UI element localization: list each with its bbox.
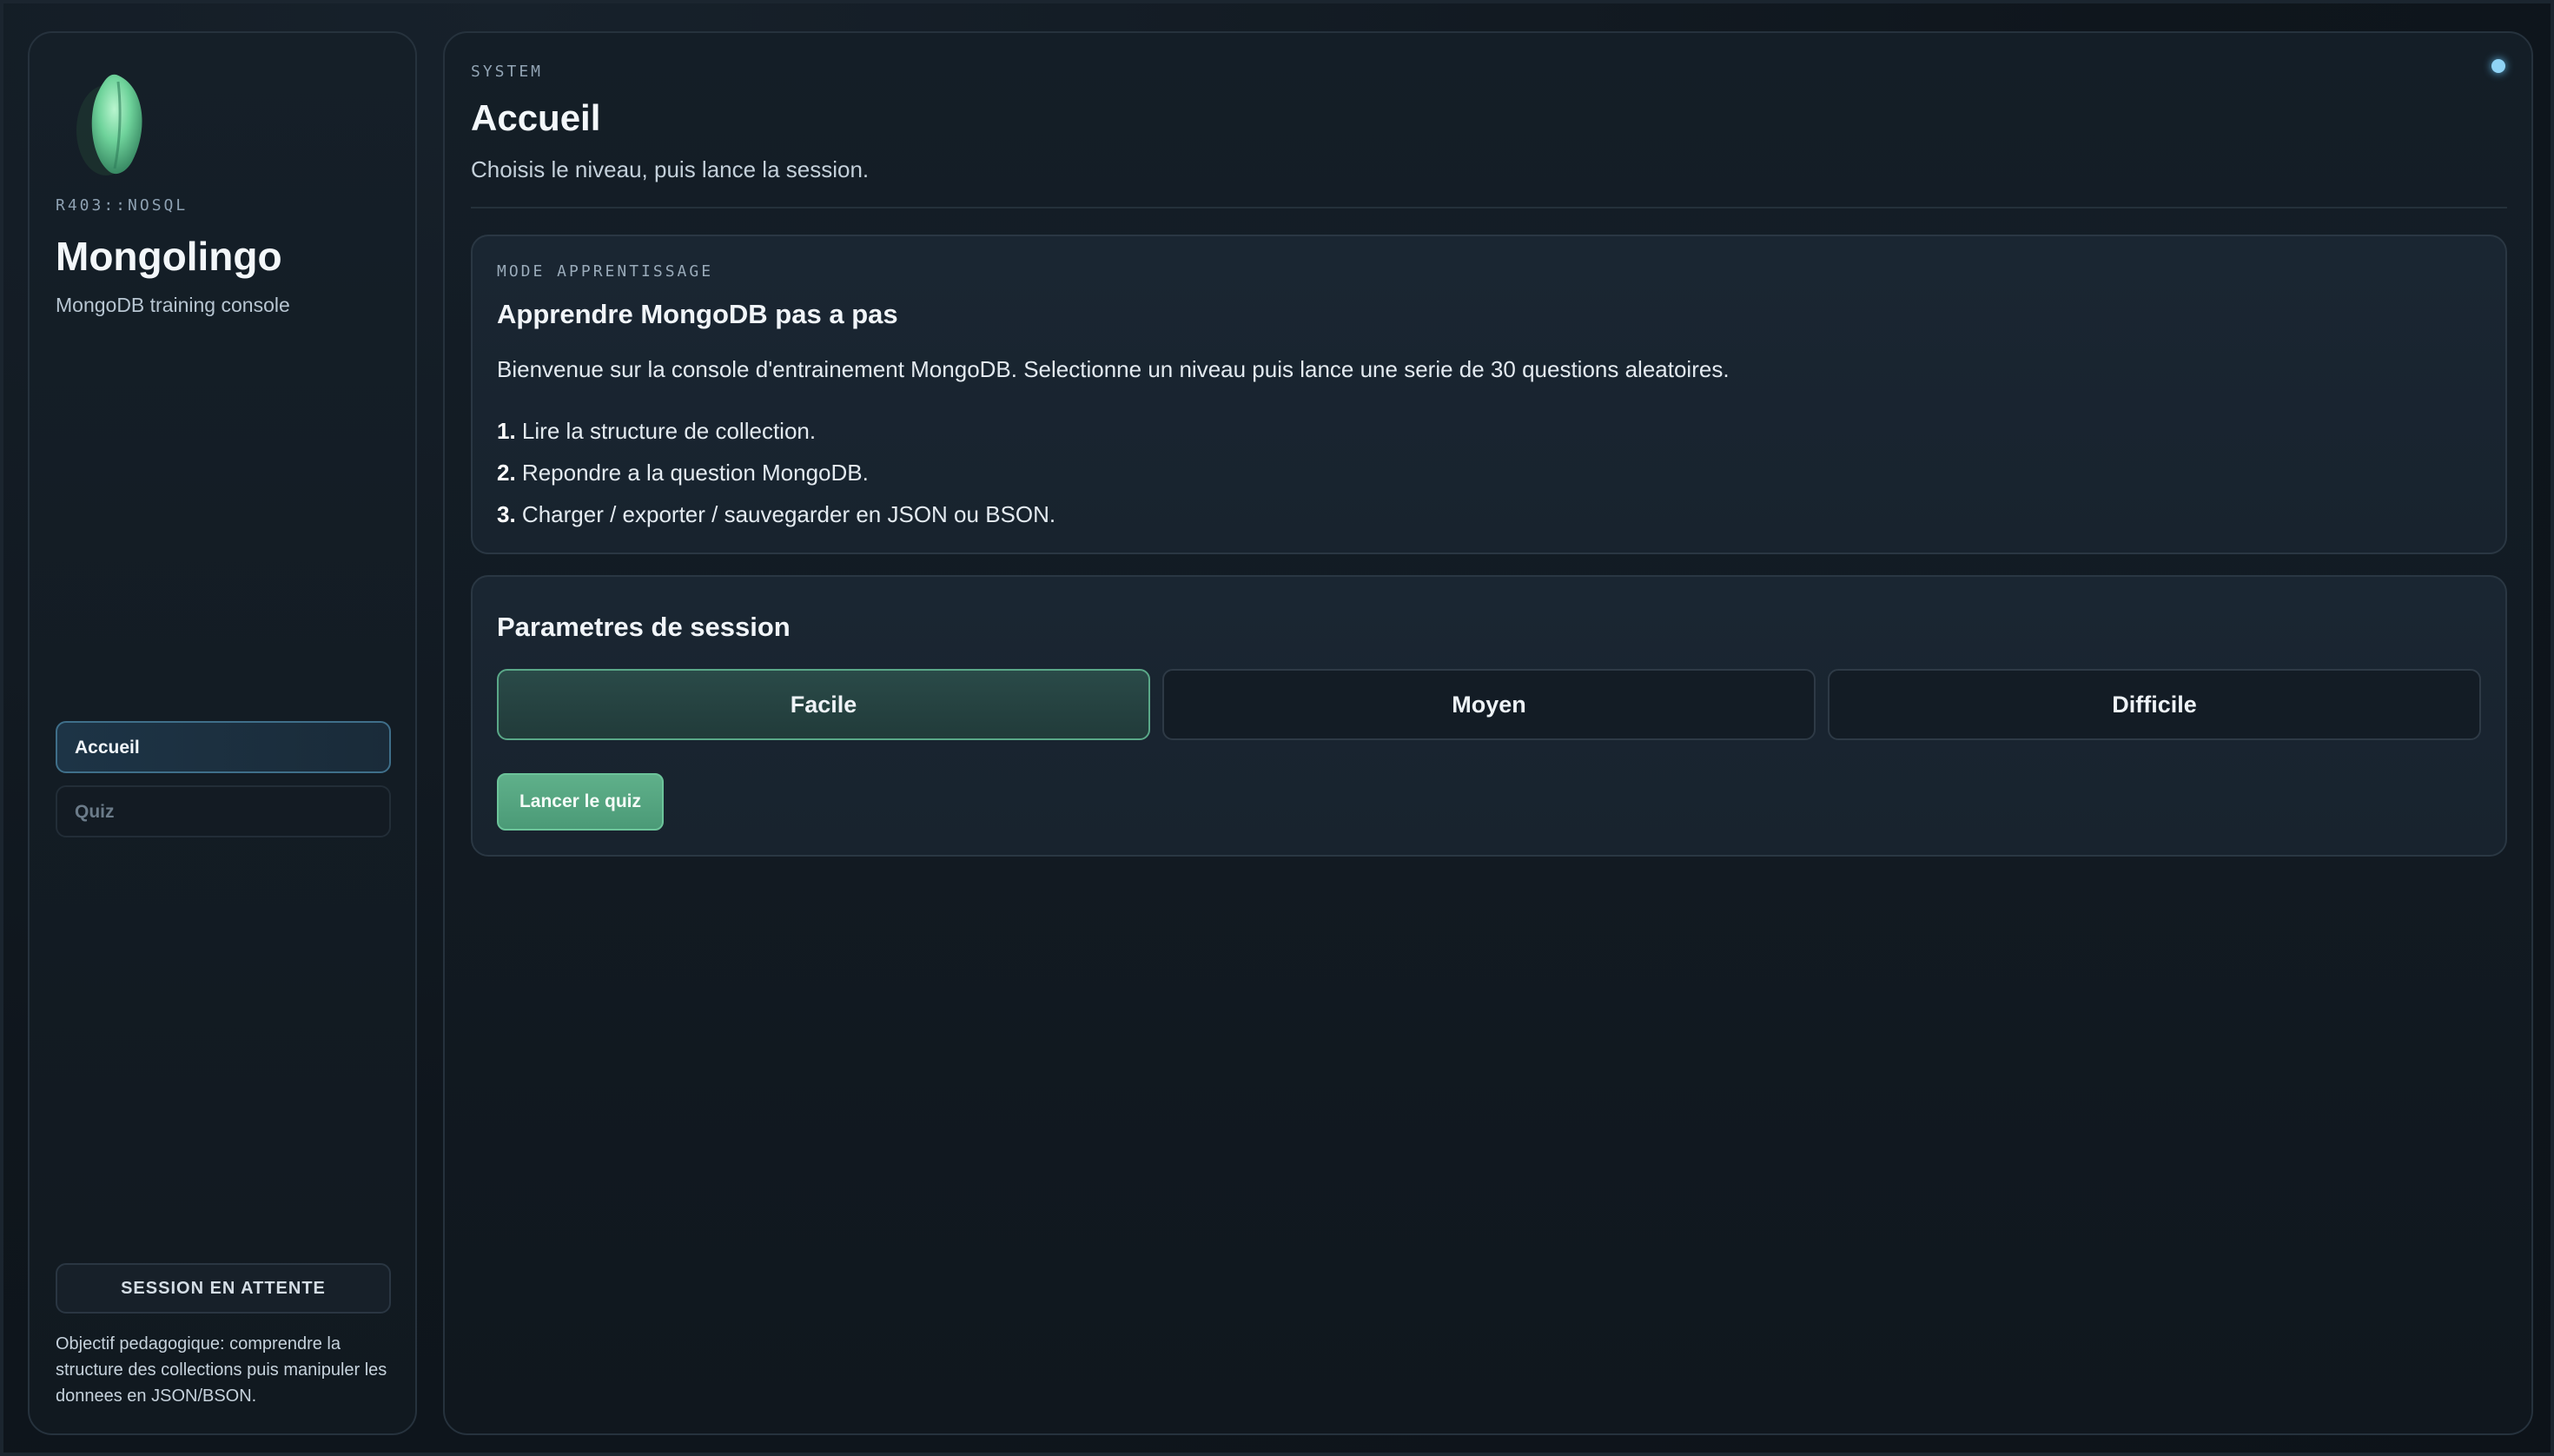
status-indicator-icon <box>2491 59 2505 73</box>
card-kicker: MODE APPRENTISSAGE <box>497 262 714 281</box>
list-item: 3. Charger / exporter / sauvegarder en J… <box>497 493 1055 535</box>
objective-text: Objectif pedagogique: comprendre la stru… <box>56 1334 387 1406</box>
brand-subtitle: MongoDB training console <box>56 294 290 316</box>
session-settings-title: Parametres de session <box>497 612 791 642</box>
app-window: R403::NOSQL Mongolingo MongoDB training … <box>0 0 2554 1456</box>
learning-mode-card: MODE APPRENTISSAGE Apprendre MongoDB pas… <box>471 235 2507 554</box>
step-number: 1. <box>497 418 516 444</box>
step-text: Lire la structure de collection. <box>521 418 817 444</box>
step-number: 2. <box>497 460 516 486</box>
step-text: Charger / exporter / sauvegarder en JSON… <box>521 501 1056 527</box>
page-subtitle: Choisis le niveau, puis lance la session… <box>471 156 870 182</box>
intro-text: Bienvenue sur la console d'entrainement … <box>497 356 1730 382</box>
list-item: 1. Lire la structure de collection. <box>497 410 1055 452</box>
sidebar: R403::NOSQL Mongolingo MongoDB training … <box>28 31 417 1435</box>
divider <box>471 207 2507 208</box>
session-status-badge: SESSION EN ATTENTE <box>56 1263 391 1314</box>
steps-list: 1. Lire la structure de collection. 2. R… <box>497 410 1055 535</box>
step-number: 3. <box>497 501 516 527</box>
section-label: SYSTEM <box>471 63 544 81</box>
level-medium-button[interactable]: Moyen <box>1162 669 1816 740</box>
card-title: Apprendre MongoDB pas a pas <box>497 299 898 329</box>
session-settings-card: Parametres de session Facile Moyen Diffi… <box>471 575 2507 857</box>
main-panel: SYSTEM Accueil Choisis le niveau, puis l… <box>443 31 2533 1435</box>
brand-name: Mongolingo <box>56 234 282 279</box>
level-easy-button[interactable]: Facile <box>497 669 1150 740</box>
brand-code: R403::NOSQL <box>56 196 189 215</box>
launch-quiz-button[interactable]: Lancer le quiz <box>497 773 664 831</box>
step-text: Repondre a la question MongoDB. <box>521 460 869 486</box>
mongodb-leaf-icon <box>76 74 142 175</box>
page-title: Accueil <box>471 97 601 138</box>
list-item: 2. Repondre a la question MongoDB. <box>497 452 1055 493</box>
sidebar-item-accueil[interactable]: Accueil <box>56 721 391 773</box>
sidebar-item-quiz[interactable]: Quiz <box>56 785 391 837</box>
level-hard-button[interactable]: Difficile <box>1828 669 2481 740</box>
